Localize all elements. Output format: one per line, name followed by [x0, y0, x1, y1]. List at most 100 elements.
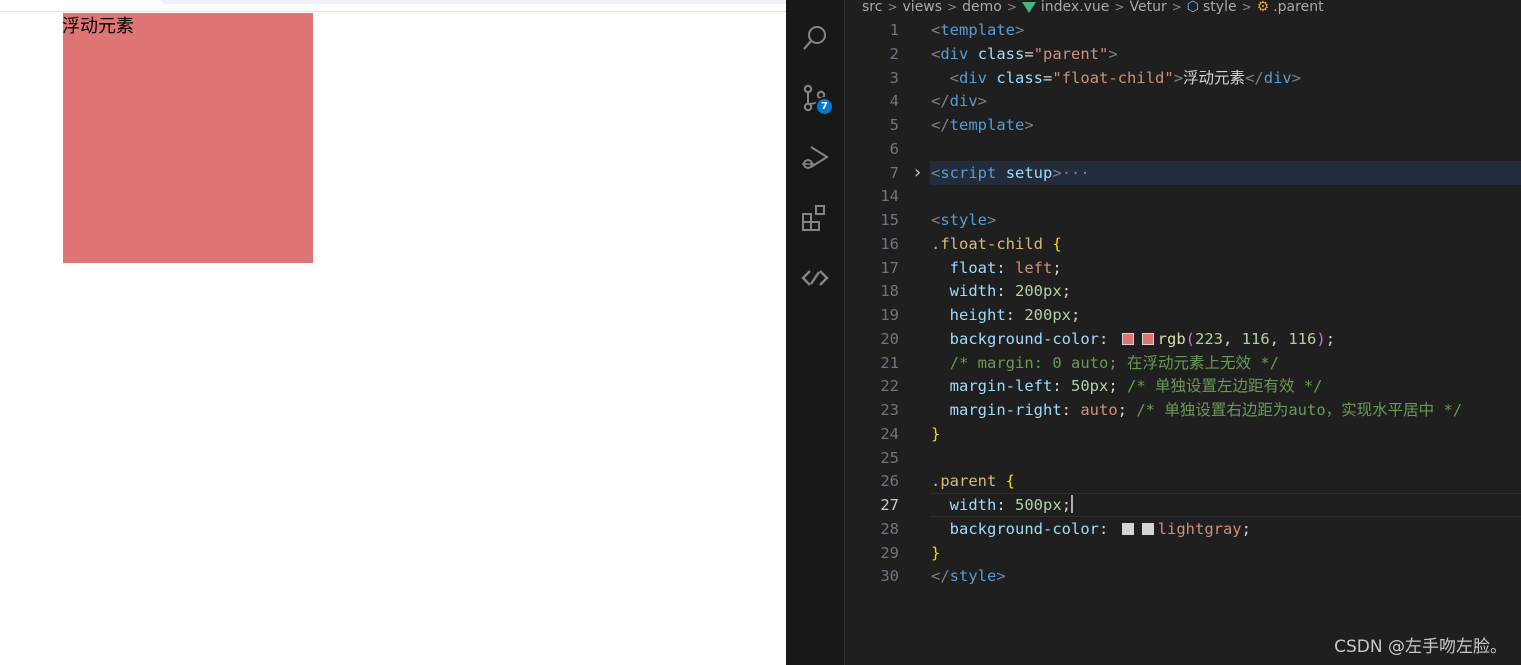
code-token: 116 [1241, 329, 1270, 348]
code-line[interactable]: 15 <style> [846, 208, 1521, 232]
code-line[interactable]: 20 background-color: rgb(223, 116, 116); [846, 327, 1521, 351]
breadcrumb-item[interactable]: .parent [1273, 0, 1323, 15]
code-token: "parent" [1033, 44, 1109, 63]
color-swatch[interactable] [1121, 522, 1134, 535]
breadcrumb-item[interactable]: src [862, 0, 882, 15]
line-number: 6 [889, 139, 899, 158]
code-line[interactable]: 22 margin-left: 50px; /* 单独设置左边距有效 */ [846, 374, 1521, 398]
code-line[interactable]: 25 [846, 446, 1521, 470]
vscode-window: 7 src > views > demo > index.vue > Vetur… [786, 0, 1521, 665]
code-token: ; [1117, 401, 1137, 419]
line-number: 19 [880, 306, 899, 324]
color-swatch[interactable] [1141, 332, 1154, 345]
code-content: background-color: lightgray; [931, 517, 1251, 541]
code-line[interactable]: 1 <template> [846, 18, 1521, 42]
code-token: < [931, 211, 941, 229]
chevron-right-icon: > [1006, 0, 1017, 14]
code-token: ) [1316, 329, 1326, 348]
code-token: 50px [1071, 377, 1109, 396]
code-content: .float-child { [931, 232, 1062, 256]
code-content: /* margin: 0 auto; 在浮动元素上无效 */ [931, 351, 1279, 375]
line-number: 4 [889, 92, 899, 111]
chevron-right-icon: > [1241, 0, 1252, 14]
search-icon[interactable] [799, 22, 831, 54]
line-number: 30 [880, 567, 899, 586]
code-line[interactable]: 5 </template> [846, 113, 1521, 137]
code-line[interactable]: 17 float: left; [846, 256, 1521, 280]
line-number: 17 [880, 258, 899, 277]
code-token: div [949, 92, 978, 111]
line-number: 23 [880, 401, 899, 419]
chevron-right-icon: > [887, 0, 898, 14]
code-content: height: 200px; [931, 303, 1081, 327]
code-line[interactable]: 18 width: 200px; [846, 279, 1521, 303]
breadcrumb-item[interactable]: style [1203, 0, 1237, 15]
code-token: ; [1241, 519, 1251, 538]
line-number: 27 [880, 496, 899, 514]
code-token: margin-left [949, 377, 1053, 396]
code-content: float: left; [931, 256, 1062, 280]
code-line[interactable]: 23 margin-right: auto; /* 单独设置右边距为auto，实… [846, 398, 1521, 422]
line-number: 15 [880, 211, 899, 229]
code-line[interactable]: 16 .float-child { [846, 232, 1521, 256]
code-line[interactable]: 29} [846, 541, 1521, 565]
code-token: /* 单独设置右边距为auto，实现水平居中 */ [1136, 401, 1463, 419]
remote-icon[interactable] [799, 262, 831, 294]
vue-file-icon [1021, 1, 1036, 13]
code-token: : [1052, 377, 1071, 396]
code-token: > [1052, 163, 1062, 182]
code-editor[interactable]: 1 <template> 2 <div class="parent"> 3 <div c… [846, 18, 1521, 618]
breadcrumb-item[interactable]: index.vue [1041, 0, 1110, 15]
extensions-icon[interactable] [799, 202, 831, 234]
fold-chevron-icon[interactable]: › [912, 161, 923, 185]
code-line[interactable]: 6 [846, 137, 1521, 161]
code-content: margin-right: auto; /* 单独设置右边距为auto，实现水平… [931, 398, 1462, 422]
code-token: 223 [1195, 329, 1223, 348]
code-line[interactable]: 19 height: 200px; [846, 303, 1521, 327]
run-debug-icon[interactable] [799, 142, 831, 174]
code-line[interactable]: 24} [846, 422, 1521, 446]
code-line[interactable]: 3 <div class="float-child">浮动元素</div> [846, 66, 1521, 90]
code-token: .parent [931, 472, 997, 491]
breadcrumb-item[interactable]: Vetur [1129, 0, 1166, 15]
code-token: template [940, 21, 1015, 39]
code-content: <script setup>··· [931, 161, 1090, 185]
code-content: } [931, 541, 940, 565]
line-number: 20 [880, 329, 899, 348]
code-token: template [949, 116, 1025, 134]
code-line[interactable]: 14 [846, 184, 1521, 208]
code-line[interactable]: 26 .parent { [846, 469, 1521, 493]
code-content: width: 500px; [931, 493, 1074, 517]
code-content: <div class="parent"> [931, 42, 1118, 66]
code-token: < [931, 163, 941, 182]
code-line[interactable]: 2 <div class="parent"> [846, 42, 1521, 66]
address-bar[interactable] [160, 0, 786, 4]
chevron-right-icon: > [1114, 0, 1125, 14]
code-token: background-color [949, 519, 1099, 538]
code-token: > [1015, 21, 1025, 39]
code-line[interactable]: 21 /* margin: 0 auto; 在浮动元素上无效 */ [846, 351, 1521, 375]
code-token: script [940, 163, 997, 182]
code-token: : [996, 496, 1016, 514]
code-token: : [1098, 329, 1118, 348]
code-line[interactable]: 4 </div> [846, 89, 1521, 113]
code-line[interactable]: 7 › <script setup>··· [846, 160, 1521, 185]
code-content: } [931, 422, 940, 446]
code-line[interactable]: 27 width: 500px; [846, 493, 1521, 517]
code-token: : [1098, 519, 1118, 538]
code-token: { [1052, 234, 1062, 253]
code-token: height [949, 306, 1006, 324]
breadcrumb-item[interactable]: demo [962, 0, 1002, 15]
color-swatch[interactable] [1121, 332, 1134, 345]
color-swatch[interactable] [1141, 522, 1154, 535]
code-line[interactable]: 30 </style> [846, 564, 1521, 588]
breadcrumb-item[interactable]: views [903, 0, 943, 15]
code-line[interactable]: 28 background-color: lightgray; [846, 517, 1521, 541]
